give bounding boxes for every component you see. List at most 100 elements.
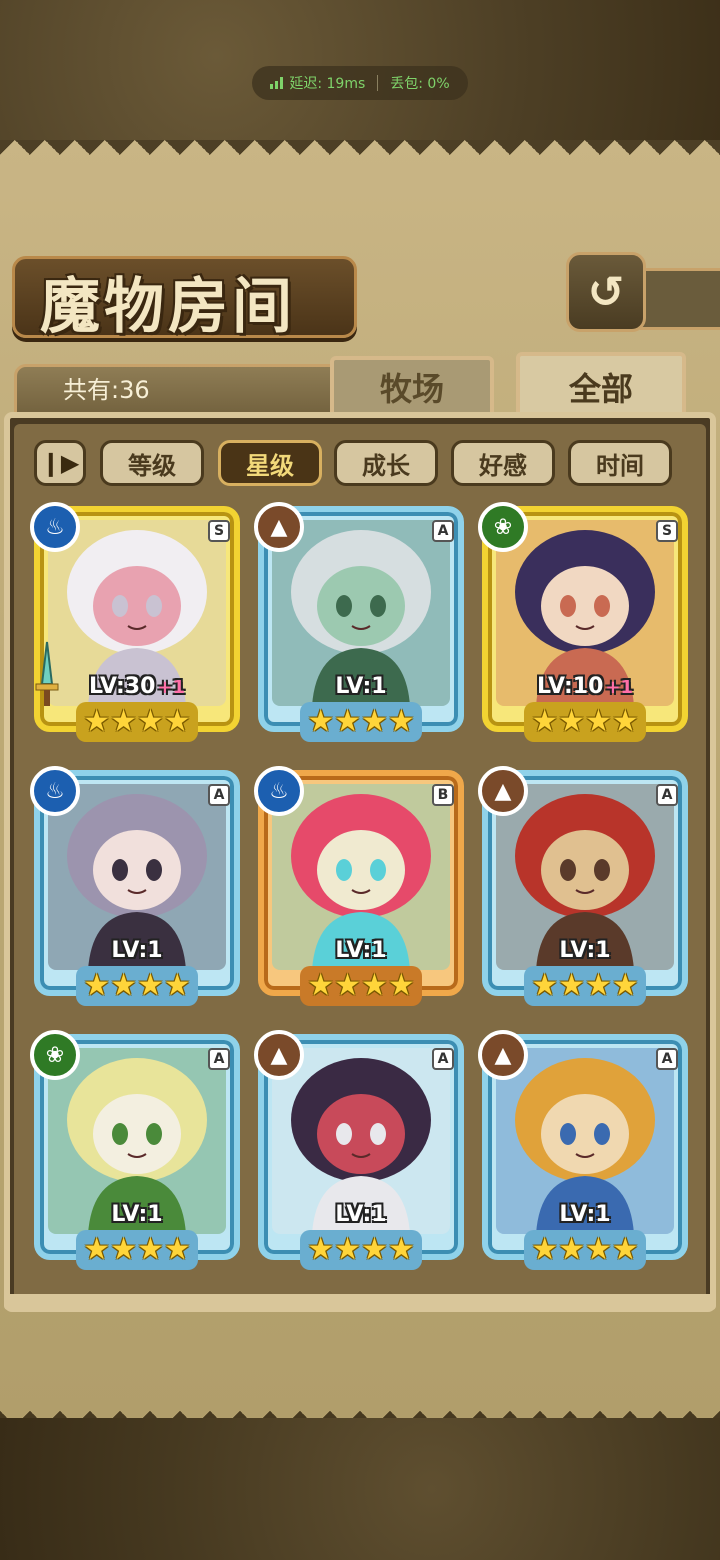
star-icon: ★ <box>110 704 137 739</box>
page-title: 魔物房间 <box>40 272 296 342</box>
level-value: LV:1 <box>335 938 387 963</box>
monster-card[interactable]: S ❀ LV:10 +1 ★ ★ ★ ★ <box>478 502 688 750</box>
level-label: LV:1 <box>34 938 240 963</box>
star-rating: ★ ★ ★ ★ <box>524 1230 646 1270</box>
star-icon: ★ <box>110 968 137 1003</box>
earth-element-icon: ▲ <box>254 502 304 552</box>
rank-badge: A <box>432 1048 454 1070</box>
wood-element-icon: ❀ <box>478 502 528 552</box>
level-label: LV:1 <box>34 1202 240 1227</box>
star-icon: ★ <box>83 1232 111 1267</box>
tab-farm[interactable]: 牧场 <box>330 356 494 418</box>
star-icon: ★ <box>361 1232 388 1267</box>
rank-badge: A <box>208 784 230 806</box>
level-value: LV:1 <box>335 674 387 699</box>
level-value: LV:10 <box>536 674 604 699</box>
star-icon: ★ <box>163 968 191 1003</box>
star-rating: ★ ★ ★ ★ <box>524 966 646 1006</box>
rank-badge: A <box>656 784 678 806</box>
sort-order-icon: ❙▶ <box>40 449 80 477</box>
star-icon: ★ <box>137 968 164 1003</box>
star-icon: ★ <box>611 1232 639 1267</box>
star-icon: ★ <box>531 704 559 739</box>
star-rating: ★ ★ ★ ★ <box>300 702 422 742</box>
monster-card[interactable]: A ▲ LV:1 ★ ★ ★ ★ <box>478 766 688 1014</box>
rank-badge: A <box>656 1048 678 1070</box>
sort-star-button[interactable]: 星级 <box>218 440 322 486</box>
torn-edge-bottom <box>0 1396 720 1418</box>
rank-badge: A <box>432 520 454 542</box>
monster-count: 共有:36 <box>14 364 344 416</box>
star-icon: ★ <box>611 704 639 739</box>
sort-time-button[interactable]: 时间 <box>568 440 672 486</box>
earth-element-icon: ▲ <box>254 1030 304 1080</box>
rank-badge: B <box>432 784 454 806</box>
monster-card[interactable]: S ♨ LV:30 +1 ★ ★ ★ ★ <box>30 502 240 750</box>
star-rating: ★ ★ ★ ★ <box>524 702 646 742</box>
star-icon: ★ <box>558 1232 585 1267</box>
star-rating: ★ ★ ★ ★ <box>76 1230 198 1270</box>
sort-level-button[interactable]: 等级 <box>100 440 204 486</box>
star-icon: ★ <box>163 704 191 739</box>
star-icon: ★ <box>334 704 361 739</box>
back-button[interactable]: ↺ <box>566 252 646 332</box>
panel-bottom-rail <box>4 1294 716 1310</box>
level-label: LV:1 <box>258 674 464 699</box>
bottom-map-background <box>0 1418 720 1560</box>
star-icon: ★ <box>83 704 111 739</box>
water-element-icon: ♨ <box>30 502 80 552</box>
star-icon: ★ <box>163 1232 191 1267</box>
star-icon: ★ <box>361 704 388 739</box>
monster-card[interactable]: A ▲ LV:1 ★ ★ ★ ★ <box>478 1030 688 1278</box>
star-icon: ★ <box>585 968 612 1003</box>
star-icon: ★ <box>387 968 415 1003</box>
monster-card[interactable]: B ♨ LV:1 ★ ★ ★ ★ <box>254 766 464 1014</box>
earth-element-icon: ▲ <box>478 766 528 816</box>
rank-badge: S <box>208 520 230 542</box>
level-value: LV:1 <box>111 1202 163 1227</box>
level-value: LV:1 <box>111 938 163 963</box>
latency-label: 延迟: 19ms <box>289 76 366 92</box>
sort-order-toggle[interactable]: ❙▶ <box>34 440 86 486</box>
level-bonus: +1 <box>157 677 186 698</box>
star-rating: ★ ★ ★ ★ <box>300 966 422 1006</box>
water-element-icon: ♨ <box>254 766 304 816</box>
star-icon: ★ <box>137 1232 164 1267</box>
star-icon: ★ <box>137 704 164 739</box>
rank-badge: S <box>656 520 678 542</box>
level-value: LV:1 <box>559 938 611 963</box>
star-icon: ★ <box>387 704 415 739</box>
network-status: 延迟: 19ms 丢包: 0% <box>252 66 468 100</box>
star-icon: ★ <box>387 1232 415 1267</box>
sort-affection-button[interactable]: 好感 <box>451 440 555 486</box>
star-icon: ★ <box>307 968 335 1003</box>
star-icon: ★ <box>558 968 585 1003</box>
level-value: LV:30 <box>88 674 156 699</box>
monster-card[interactable]: A ▲ LV:1 ★ ★ ★ ★ <box>254 1030 464 1278</box>
star-rating: ★ ★ ★ ★ <box>76 702 198 742</box>
level-label: LV:1 <box>482 1202 688 1227</box>
wood-element-icon: ❀ <box>30 1030 80 1080</box>
sort-growth-button[interactable]: 成长 <box>334 440 438 486</box>
level-bonus: +1 <box>605 677 634 698</box>
level-label: LV:30 +1 <box>34 674 240 699</box>
level-label: LV:1 <box>482 938 688 963</box>
monster-card[interactable]: A ▲ LV:1 ★ ★ ★ ★ <box>254 502 464 750</box>
star-icon: ★ <box>611 968 639 1003</box>
star-icon: ★ <box>558 704 585 739</box>
monster-card[interactable]: A ♨ LV:1 ★ ★ ★ ★ <box>30 766 240 1014</box>
star-icon: ★ <box>585 1232 612 1267</box>
back-button-rail <box>640 268 720 330</box>
monster-card[interactable]: A ❀ LV:1 ★ ★ ★ ★ <box>30 1030 240 1278</box>
level-value: LV:1 <box>559 1202 611 1227</box>
star-icon: ★ <box>531 1232 559 1267</box>
star-icon: ★ <box>334 1232 361 1267</box>
level-label: LV:1 <box>258 938 464 963</box>
level-label: LV:10 +1 <box>482 674 688 699</box>
back-arrow-icon: ↺ <box>587 266 625 318</box>
rank-badge: A <box>208 1048 230 1070</box>
signal-icon <box>270 77 284 89</box>
packet-loss-label: 丢包: 0% <box>390 76 450 92</box>
torn-edge-top <box>0 140 720 162</box>
star-icon: ★ <box>83 968 111 1003</box>
